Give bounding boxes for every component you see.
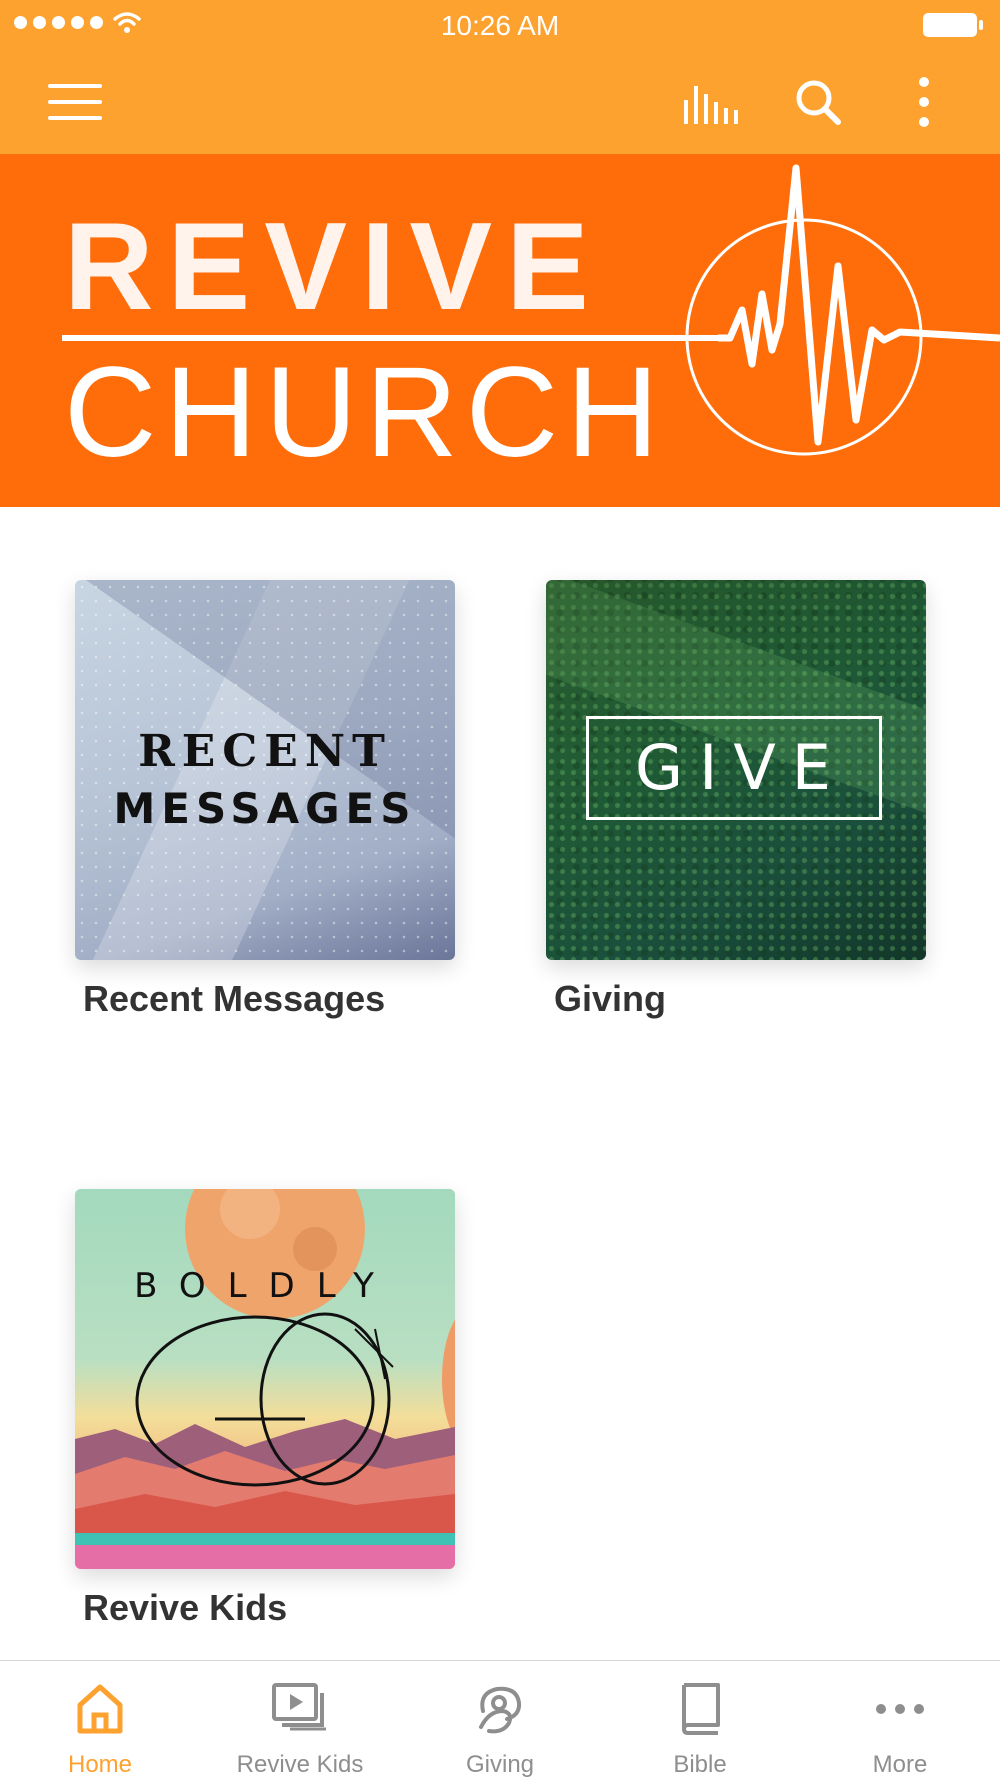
revive-kids-artwork[interactable]: BOLDLY GO — [75, 1189, 455, 1569]
tab-label: Giving — [465, 1751, 535, 1778]
give-art-text: GIVE — [586, 716, 882, 820]
kebab-icon[interactable] — [912, 76, 936, 130]
tile-revive-kids[interactable]: BOLDLY GO Revive Kids — [75, 1189, 455, 1628]
tab-label: Bible — [673, 1751, 727, 1778]
tab-label: More — [872, 1751, 928, 1778]
recent-art-line-2: MESSAGES — [113, 784, 417, 833]
status-bar: 10:26 AM — [0, 0, 1000, 52]
recent-art-line-1: RECENT — [138, 726, 392, 777]
status-time: 10:26 AM — [440, 10, 560, 41]
tile-title[interactable]: Recent Messages — [83, 978, 385, 1020]
giving-artwork[interactable]: GIVE — [546, 580, 926, 960]
recent-messages-artwork[interactable]: RECENT MESSAGES — [75, 580, 455, 960]
search-icon[interactable] — [794, 78, 844, 128]
tab-more[interactable]: More — [800, 1661, 1000, 1779]
equalizer-icon[interactable] — [680, 80, 740, 126]
boldly-go-art: BOLDLY GO — [75, 1189, 455, 1569]
tile-title[interactable]: Giving — [554, 978, 666, 1020]
tile-giving[interactable]: GIVE Giving — [546, 580, 926, 1019]
church-banner: REVIVE CHURCH — [0, 154, 1000, 507]
tab-revive-kids[interactable]: Revive Kids — [200, 1661, 400, 1779]
tab-giving[interactable]: Giving — [400, 1661, 600, 1779]
home-icon — [77, 1684, 123, 1734]
tab-bible[interactable]: Bible — [600, 1661, 800, 1779]
tab-label: Revive Kids — [236, 1751, 364, 1778]
heartbeat-logo-icon — [62, 164, 1000, 456]
battery-icon — [923, 13, 983, 37]
top-toolbar — [0, 52, 1000, 154]
video-stack-icon — [272, 1683, 326, 1731]
book-icon — [682, 1683, 720, 1735]
boldly-art-text: BOLDLY — [134, 1266, 396, 1306]
giving-hand-icon — [479, 1686, 522, 1734]
tile-title[interactable]: Revive Kids — [83, 1587, 287, 1629]
menu-icon[interactable] — [48, 82, 104, 122]
tab-home[interactable]: Home — [0, 1661, 200, 1779]
tile-recent-messages[interactable]: RECENT MESSAGES Recent Messages — [75, 580, 455, 1019]
bottom-tab-bar: Home Revive Kids Giving Bible More — [0, 1660, 1000, 1779]
tab-label: Home — [67, 1751, 133, 1778]
more-dots-icon — [876, 1704, 924, 1714]
